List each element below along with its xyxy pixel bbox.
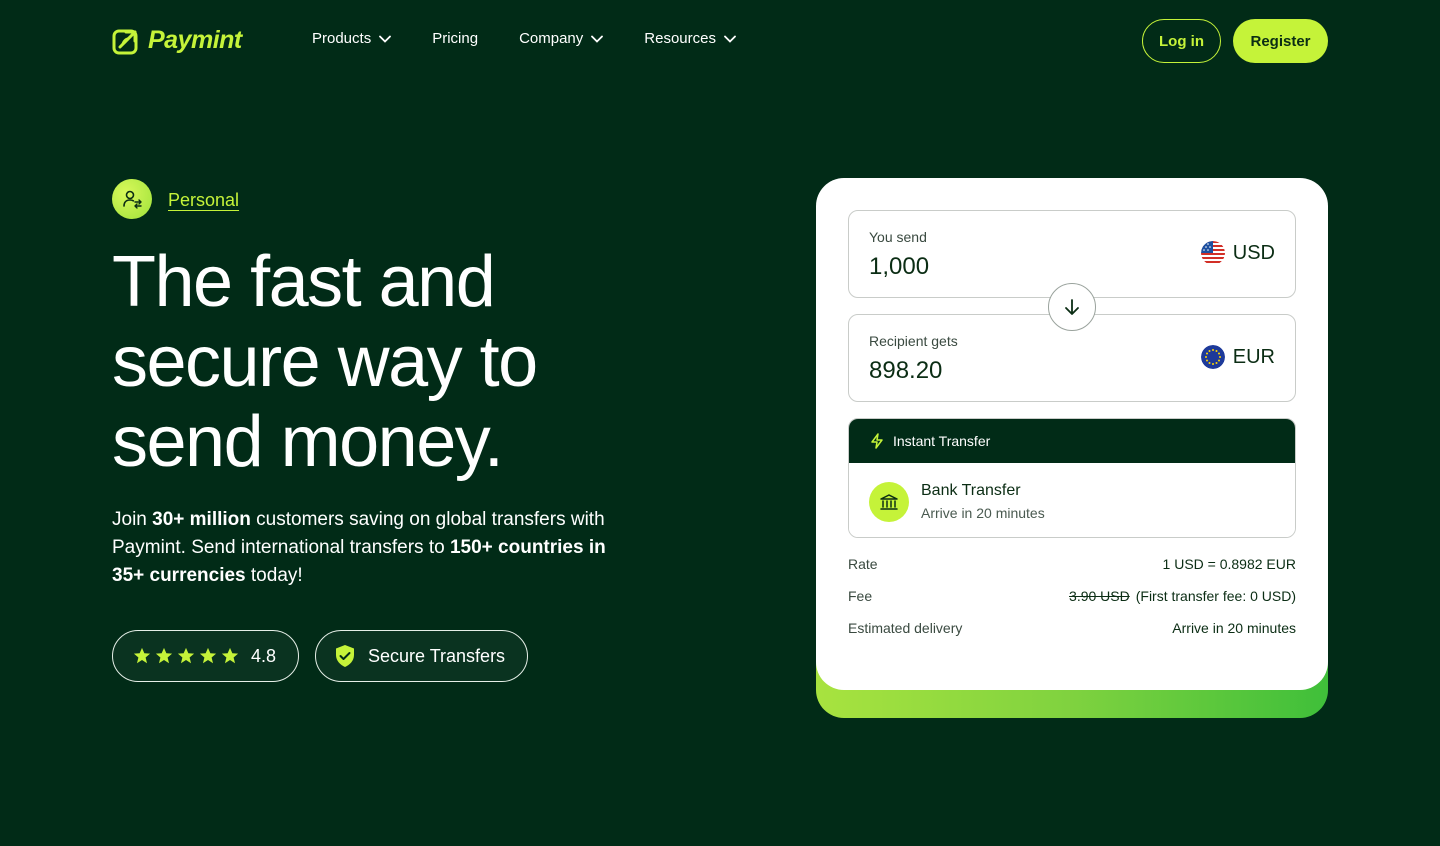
delivery-value: Arrive in 20 minutes: [1172, 620, 1296, 636]
us-flag-icon: [1200, 241, 1225, 265]
send-label: You send: [869, 229, 927, 245]
nav-item-label: Pricing: [432, 30, 479, 47]
instant-transfer-header: Instant Transfer: [849, 419, 1295, 463]
hero-subtext: Join 30+ million customers saving on glo…: [112, 506, 612, 590]
star-icon: [221, 647, 239, 664]
eu-flag-icon: [1200, 345, 1225, 369]
nav-item-label: Products: [312, 30, 372, 47]
rate-label: Rate: [848, 556, 878, 572]
brand-logo[interactable]: Paymint: [112, 26, 242, 55]
shield-check-icon: [336, 645, 354, 667]
receive-currency-selector[interactable]: EUR: [1200, 345, 1275, 369]
star-icon: [177, 647, 195, 664]
fee-original: 3.90 USD: [1069, 588, 1130, 604]
receive-currency-code: EUR: [1232, 345, 1275, 368]
personal-user-icon: [112, 179, 152, 219]
hero-headline: The fast and secure way to send money.: [112, 242, 538, 482]
rating-badge: 4.8: [112, 630, 299, 682]
send-currency-code: USD: [1232, 241, 1275, 264]
receive-amount-input[interactable]: 898.20: [869, 357, 942, 385]
delivery-label: Estimated delivery: [848, 620, 963, 636]
send-currency-selector[interactable]: USD: [1200, 241, 1275, 265]
paymint-logo-icon: [112, 29, 138, 54]
star-icon: [155, 647, 173, 664]
secure-transfers-badge: Secure Transfers: [315, 630, 528, 682]
chevron-down-icon: [379, 35, 392, 43]
subtext-part: today!: [245, 565, 303, 586]
bank-icon: [869, 482, 909, 522]
fee-value: 3.90 USD (First transfer fee: 0 USD): [1069, 588, 1296, 604]
subtext-part: Join: [112, 509, 153, 530]
fee-label: Fee: [848, 588, 873, 604]
subtext-highlight: 30+ million: [152, 509, 251, 530]
rating-value: 4.8: [251, 645, 277, 666]
send-amount-input[interactable]: 1,000: [869, 253, 929, 281]
chevron-down-icon: [724, 35, 736, 43]
transfer-calculator-card: You send 1,000 USD Recipient gets 898.20…: [816, 178, 1328, 690]
bank-transfer-eta: Arrive in 20 minutes: [921, 505, 1045, 521]
login-button[interactable]: Log in: [1142, 19, 1221, 63]
nav-item-pricing[interactable]: Pricing: [432, 30, 478, 47]
fee-row: Fee 3.90 USD (First transfer fee: 0 USD): [848, 588, 1296, 604]
personal-link[interactable]: Personal: [168, 190, 239, 211]
rate-row: Rate 1 USD = 0.8982 EUR: [848, 556, 1296, 572]
nav-item-products[interactable]: Products: [312, 30, 392, 47]
bank-transfer-option[interactable]: Bank Transfer Arrive in 20 minutes: [849, 463, 1295, 537]
bank-transfer-title: Bank Transfer: [921, 482, 1021, 499]
instant-transfer-label: Instant Transfer: [893, 433, 991, 449]
star-icon: [199, 647, 217, 664]
arrow-down-icon: [1065, 299, 1079, 315]
nav-item-resources[interactable]: Resources: [644, 30, 736, 47]
chevron-down-icon: [591, 35, 604, 43]
nav-item-label: Resources: [644, 30, 716, 47]
brand-name: Paymint: [148, 26, 242, 54]
star-rating: [133, 647, 239, 665]
transfer-method-option[interactable]: Instant Transfer Bank Transfer Arrive in…: [848, 418, 1296, 538]
delivery-row: Estimated delivery Arrive in 20 minutes: [848, 620, 1296, 636]
receive-label: Recipient gets: [869, 333, 958, 349]
secure-label: Secure Transfers: [368, 645, 506, 666]
nav-links: Products Pricing Company Resources: [312, 30, 777, 47]
lightning-icon: [871, 433, 883, 449]
nav-item-label: Company: [519, 30, 584, 47]
nav-item-company[interactable]: Company: [519, 30, 604, 47]
swap-direction-button[interactable]: [1048, 283, 1096, 331]
register-button[interactable]: Register: [1233, 19, 1328, 63]
top-navigation: Paymint Products Pricing Company Resourc…: [0, 0, 1440, 82]
star-icon: [133, 647, 151, 664]
rate-value: 1 USD = 0.8982 EUR: [1162, 556, 1296, 572]
fee-note: (First transfer fee: 0 USD): [1135, 588, 1296, 604]
